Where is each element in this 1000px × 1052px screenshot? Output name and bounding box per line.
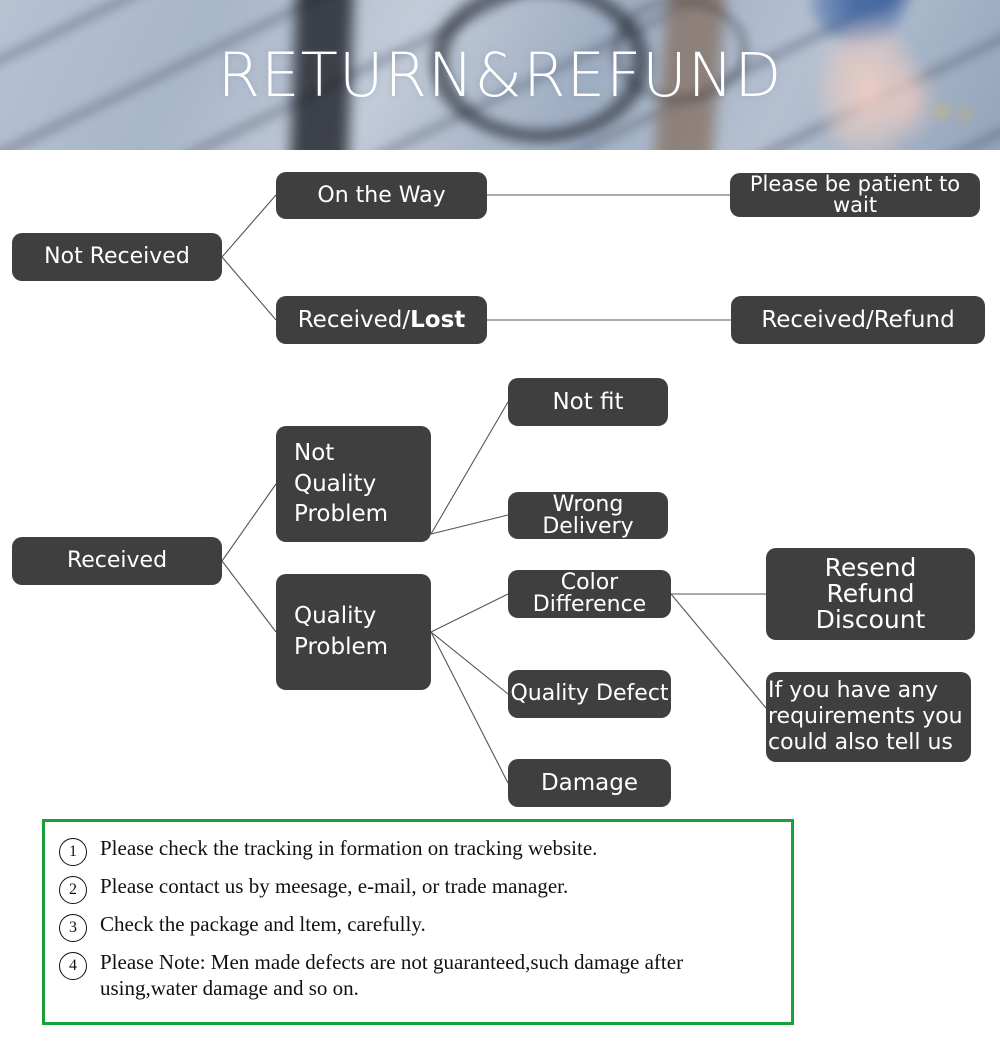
- return-refund-infographic: RETURN&REFUND Not Received On the Way Pl…: [0, 0, 1000, 1052]
- note-number-badge: 4: [59, 952, 87, 980]
- node-received-refund-label: Received/Refund: [761, 306, 955, 333]
- node-received-label: Received: [66, 548, 168, 573]
- note-number-badge: 3: [59, 914, 87, 942]
- note-text: Please check the tracking in formation o…: [100, 836, 598, 860]
- node-damage[interactable]: Damage: [508, 759, 671, 807]
- node-resend-refund-discount-label: Resend Refund Discount: [815, 552, 926, 635]
- node-quality-problem-label: Quality Problem: [294, 603, 389, 660]
- notes-panel: 1 Please check the tracking in formation…: [42, 819, 794, 1025]
- note-number-badge: 1: [59, 838, 87, 866]
- node-on-the-way[interactable]: On the Way: [276, 172, 487, 219]
- header-banner: RETURN&REFUND: [0, 0, 1000, 150]
- edge-color-difference-to-if-you-have-any-requirements: [670, 593, 767, 709]
- node-damage-label: Damage: [540, 769, 639, 796]
- edge-quality-problem-to-color-difference: [430, 593, 509, 633]
- node-received[interactable]: Received: [12, 537, 222, 585]
- edge-not-quality-problem-to-not-fit: [430, 401, 509, 535]
- node-received-lost-label-bold: Lost: [410, 306, 466, 333]
- edge-received-to-quality-problem: [221, 560, 277, 633]
- note-item: 3 Check the package and ltem, carefully.: [59, 912, 781, 942]
- node-wrong-delivery-label: Wrong Delivery: [542, 491, 634, 539]
- node-quality-defect[interactable]: Quality Defect: [508, 670, 671, 718]
- edge-received-to-not-quality-problem: [221, 483, 277, 562]
- node-received-refund[interactable]: Received/Refund: [731, 296, 985, 344]
- node-not-quality-problem-label: Not Quality Problem: [294, 440, 389, 528]
- node-on-the-way-label: On the Way: [317, 182, 446, 208]
- node-please-be-patient-to-wait[interactable]: Please be patient to wait: [730, 173, 980, 217]
- node-not-received[interactable]: Not Received: [12, 233, 222, 281]
- node-if-you-have-any-requirements[interactable]: If you have any requirements you could a…: [766, 672, 971, 762]
- node-received-lost-label-plain: Received/: [297, 306, 411, 333]
- page-title: RETURN&REFUND: [217, 39, 783, 111]
- note-text: Please Note: Men made defects are not gu…: [100, 950, 684, 1000]
- node-quality-problem[interactable]: Quality Problem: [276, 574, 431, 690]
- node-if-you-have-any-requirements-label: If you have any requirements you could a…: [768, 678, 963, 755]
- note-number-badge: 2: [59, 876, 87, 904]
- node-not-received-label: Not Received: [44, 244, 190, 269]
- edge-quality-problem-to-quality-defect: [430, 631, 509, 695]
- edge-not-quality-problem-to-wrong-delivery: [430, 514, 509, 535]
- node-quality-defect-label: Quality Defect: [510, 681, 669, 706]
- note-text: Check the package and ltem, carefully.: [100, 912, 426, 936]
- edge-quality-problem-to-damage: [430, 631, 509, 784]
- node-color-difference-label: Color Difference: [532, 570, 647, 617]
- node-resend-refund-discount[interactable]: Resend Refund Discount: [766, 548, 975, 640]
- node-not-fit[interactable]: Not fit: [508, 378, 668, 426]
- note-item: 2 Please contact us by meesage, e-mail, …: [59, 874, 781, 904]
- note-item: 4 Please Note: Men made defects are not …: [59, 950, 781, 1001]
- node-color-difference[interactable]: Color Difference: [508, 570, 671, 618]
- edge-not-received-to-on-the-way: [221, 194, 277, 258]
- node-please-be-patient-to-wait-label: Please be patient to wait: [749, 172, 961, 217]
- node-received-lost[interactable]: Received/Lost: [276, 296, 487, 344]
- node-not-fit-label: Not fit: [552, 388, 624, 415]
- note-text: Please contact us by meesage, e-mail, or…: [100, 874, 569, 898]
- node-not-quality-problem[interactable]: Not Quality Problem: [276, 426, 431, 542]
- edge-not-received-to-received-lost: [221, 256, 277, 321]
- node-wrong-delivery[interactable]: Wrong Delivery: [508, 492, 668, 539]
- note-item: 1 Please check the tracking in formation…: [59, 836, 781, 866]
